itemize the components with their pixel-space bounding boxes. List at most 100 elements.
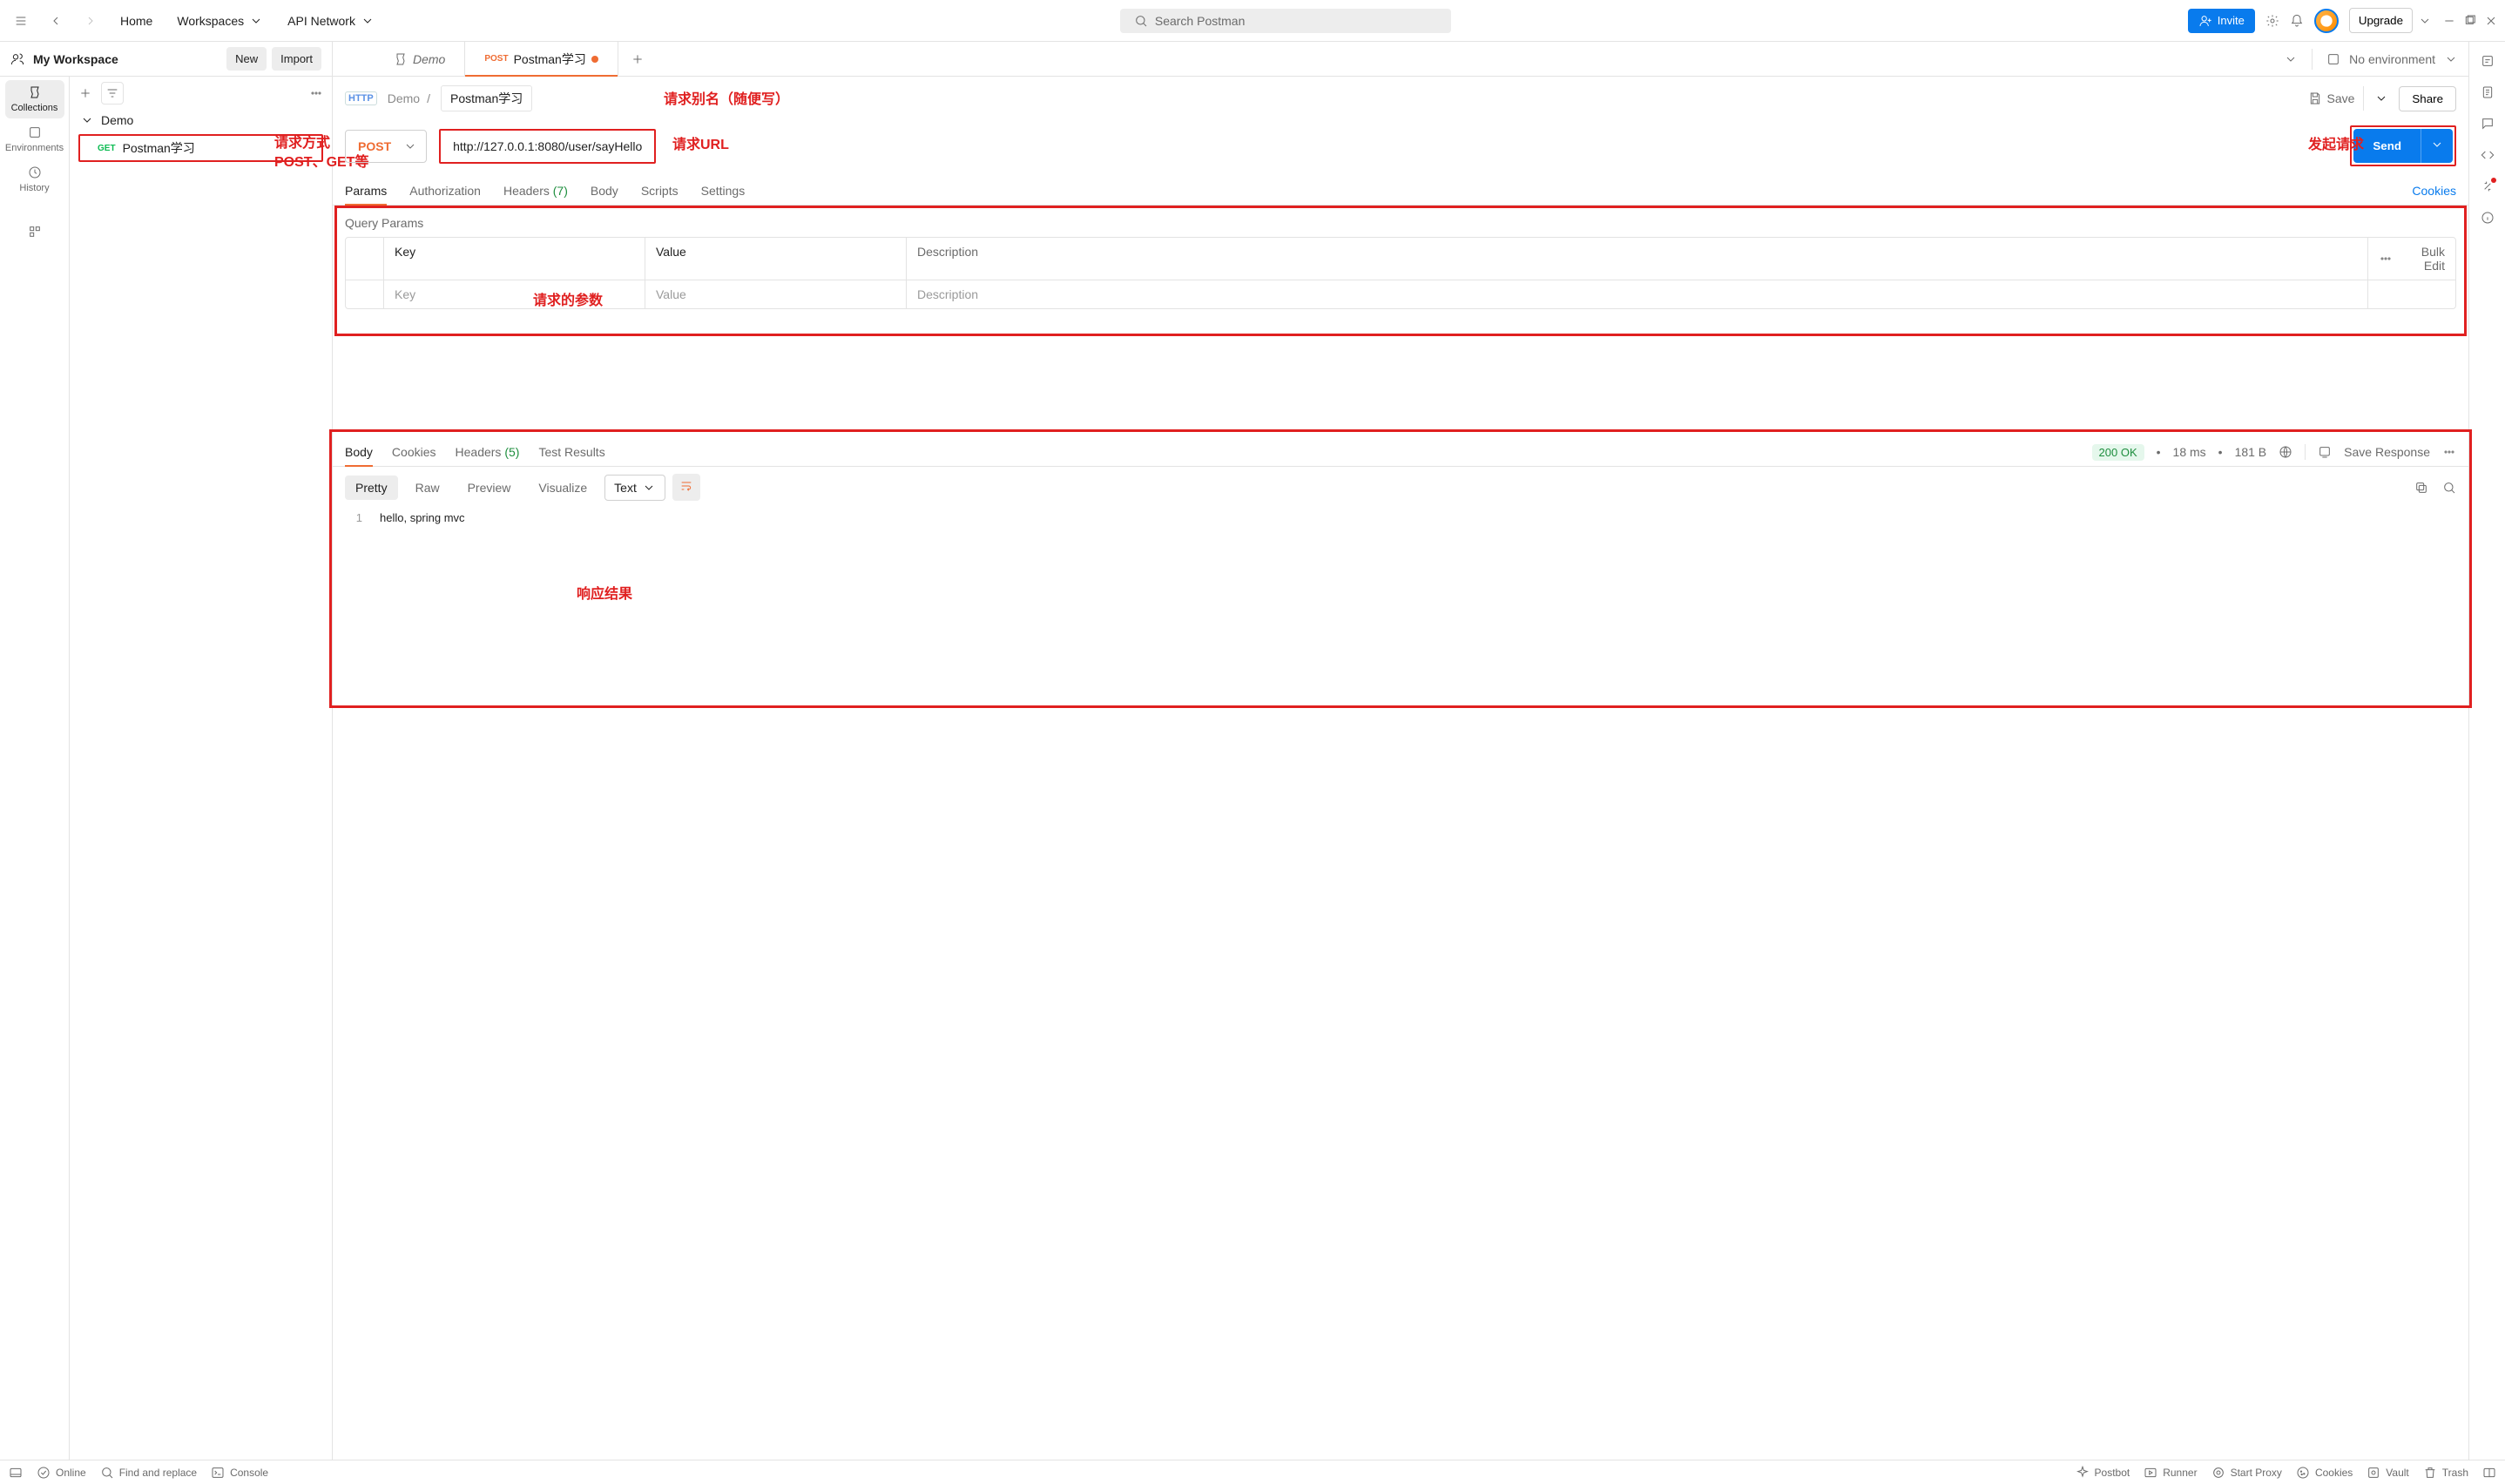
resp-tab-body[interactable]: Body xyxy=(345,438,373,466)
value-input[interactable]: Value xyxy=(645,280,907,308)
import-button[interactable]: Import xyxy=(272,47,321,71)
plus-icon[interactable] xyxy=(78,86,92,100)
chevron-down-icon[interactable] xyxy=(2284,52,2298,66)
online-status[interactable]: Online xyxy=(37,1466,86,1480)
more-icon[interactable] xyxy=(2379,252,2393,266)
save-button[interactable]: Save xyxy=(2299,86,2365,111)
view-pretty[interactable]: Pretty xyxy=(345,476,398,500)
breadcrumb[interactable]: Demo / xyxy=(388,91,430,105)
subtab-params[interactable]: Params xyxy=(345,177,387,205)
runner-button[interactable]: Runner xyxy=(2144,1466,2197,1480)
request-name-input[interactable]: Postman学习 xyxy=(441,85,532,111)
col-actions: Bulk Edit xyxy=(2368,238,2455,280)
cookies-button[interactable]: Cookies xyxy=(2296,1466,2353,1480)
docs-icon[interactable] xyxy=(2481,85,2495,99)
menu-icon[interactable] xyxy=(7,7,35,35)
invite-button[interactable]: Invite xyxy=(2188,9,2255,33)
nav-collections[interactable]: Collections xyxy=(5,80,64,118)
env-quicklook-icon[interactable] xyxy=(2481,54,2495,68)
console-button[interactable]: Console xyxy=(211,1466,268,1480)
save-response-button[interactable]: Save Response xyxy=(2344,445,2430,459)
col-desc: Description xyxy=(907,238,2368,280)
more-icon[interactable] xyxy=(309,86,323,100)
forward-icon[interactable] xyxy=(77,7,105,35)
comments-icon[interactable] xyxy=(2481,117,2495,131)
resp-tab-cookies[interactable]: Cookies xyxy=(392,438,436,466)
nav-api-network-label: API Network xyxy=(287,14,355,28)
globe-icon[interactable] xyxy=(2279,445,2292,459)
params-area: Query Params Key Value Description Bulk … xyxy=(333,206,2468,316)
code-icon[interactable] xyxy=(2481,148,2495,162)
find-replace-button[interactable]: Find and replace xyxy=(100,1466,197,1480)
related-icon[interactable] xyxy=(2481,179,2495,193)
avatar[interactable] xyxy=(2314,9,2339,33)
filter-icon[interactable] xyxy=(101,82,124,105)
search-placeholder: Search Postman xyxy=(1155,14,1246,28)
upgrade-button[interactable]: Upgrade xyxy=(2349,8,2413,33)
chevron-down-icon[interactable] xyxy=(2418,14,2432,28)
collection-folder[interactable]: Demo xyxy=(70,110,332,131)
bulk-edit-link[interactable]: Bulk Edit xyxy=(2401,245,2445,273)
nav-environments[interactable]: Environments xyxy=(5,120,64,159)
new-button[interactable]: New xyxy=(226,47,267,71)
table-row[interactable]: Key Value Description xyxy=(346,280,2455,308)
panel-icon[interactable] xyxy=(9,1466,23,1480)
new-tab-button[interactable] xyxy=(618,42,657,76)
subtab-scripts[interactable]: Scripts xyxy=(641,177,679,205)
nav-workspaces[interactable]: Workspaces xyxy=(168,9,272,33)
subtab-auth[interactable]: Authorization xyxy=(409,177,481,205)
workspace-name[interactable]: My Workspace xyxy=(10,52,118,66)
more-icon[interactable] xyxy=(2442,445,2456,459)
chevron-down-icon xyxy=(80,113,94,127)
back-icon[interactable] xyxy=(42,7,70,35)
nav-history[interactable]: History xyxy=(5,160,64,199)
nav-home[interactable]: Home xyxy=(111,9,161,33)
wrap-icon xyxy=(679,479,693,493)
method-select[interactable]: POST xyxy=(345,130,427,163)
chevron-down-icon xyxy=(2430,138,2444,152)
response-body[interactable]: 1 hello, spring mvc 响应结果 xyxy=(333,508,2468,1460)
search-icon[interactable] xyxy=(2442,481,2456,495)
minimize-icon[interactable] xyxy=(2442,14,2456,28)
save-response-icon xyxy=(2318,445,2332,459)
view-raw[interactable]: Raw xyxy=(405,476,450,500)
response-type-select[interactable]: Text xyxy=(604,475,665,501)
trash-button[interactable]: Trash xyxy=(2423,1466,2468,1480)
postbot-button[interactable]: Postbot xyxy=(2076,1466,2130,1480)
vault-button[interactable]: Vault xyxy=(2367,1466,2408,1480)
info-icon[interactable] xyxy=(2481,211,2495,225)
desc-input[interactable]: Description xyxy=(907,280,2368,308)
subtab-headers[interactable]: Headers (7) xyxy=(503,177,568,205)
tab-request-active[interactable]: POST Postman学习 xyxy=(465,42,618,76)
resp-tab-tests[interactable]: Test Results xyxy=(538,438,604,466)
request-header: HTTP Demo / Postman学习 请求别名（随便写） Save Sha… xyxy=(333,77,2468,120)
tab-demo[interactable]: Demo xyxy=(375,42,465,76)
key-input[interactable]: Key xyxy=(384,280,645,308)
copy-icon[interactable] xyxy=(2414,481,2428,495)
layout-icon[interactable] xyxy=(2482,1466,2496,1480)
send-group: Send xyxy=(2350,125,2456,166)
cookies-link[interactable]: Cookies xyxy=(2412,184,2456,198)
subtab-body[interactable]: Body xyxy=(591,177,618,205)
view-preview[interactable]: Preview xyxy=(457,476,522,500)
tabs-endcap: No environment xyxy=(2273,49,2468,70)
environment-selector[interactable]: No environment xyxy=(2326,52,2458,66)
send-dropdown[interactable] xyxy=(2421,129,2453,163)
nav-api-network[interactable]: API Network xyxy=(279,9,383,33)
search-input[interactable]: Search Postman xyxy=(1120,9,1451,33)
response-size: 181 B xyxy=(2235,445,2267,459)
view-visualize[interactable]: Visualize xyxy=(528,476,598,500)
subtab-settings[interactable]: Settings xyxy=(701,177,746,205)
url-input[interactable]: http://127.0.0.1:8080/user/sayHello xyxy=(439,129,656,164)
close-icon[interactable] xyxy=(2484,14,2498,28)
wrap-lines-button[interactable] xyxy=(672,474,700,501)
maximize-icon[interactable] xyxy=(2463,14,2477,28)
response-body-tools: Pretty Raw Preview Visualize Text xyxy=(333,467,2468,508)
chevron-down-icon[interactable] xyxy=(2374,91,2388,105)
share-button[interactable]: Share xyxy=(2399,86,2456,111)
proxy-button[interactable]: Start Proxy xyxy=(2211,1466,2282,1480)
nav-more[interactable] xyxy=(5,219,64,244)
bell-icon[interactable] xyxy=(2290,14,2304,28)
gear-icon[interactable] xyxy=(2265,14,2279,28)
resp-tab-headers[interactable]: Headers (5) xyxy=(456,438,520,466)
